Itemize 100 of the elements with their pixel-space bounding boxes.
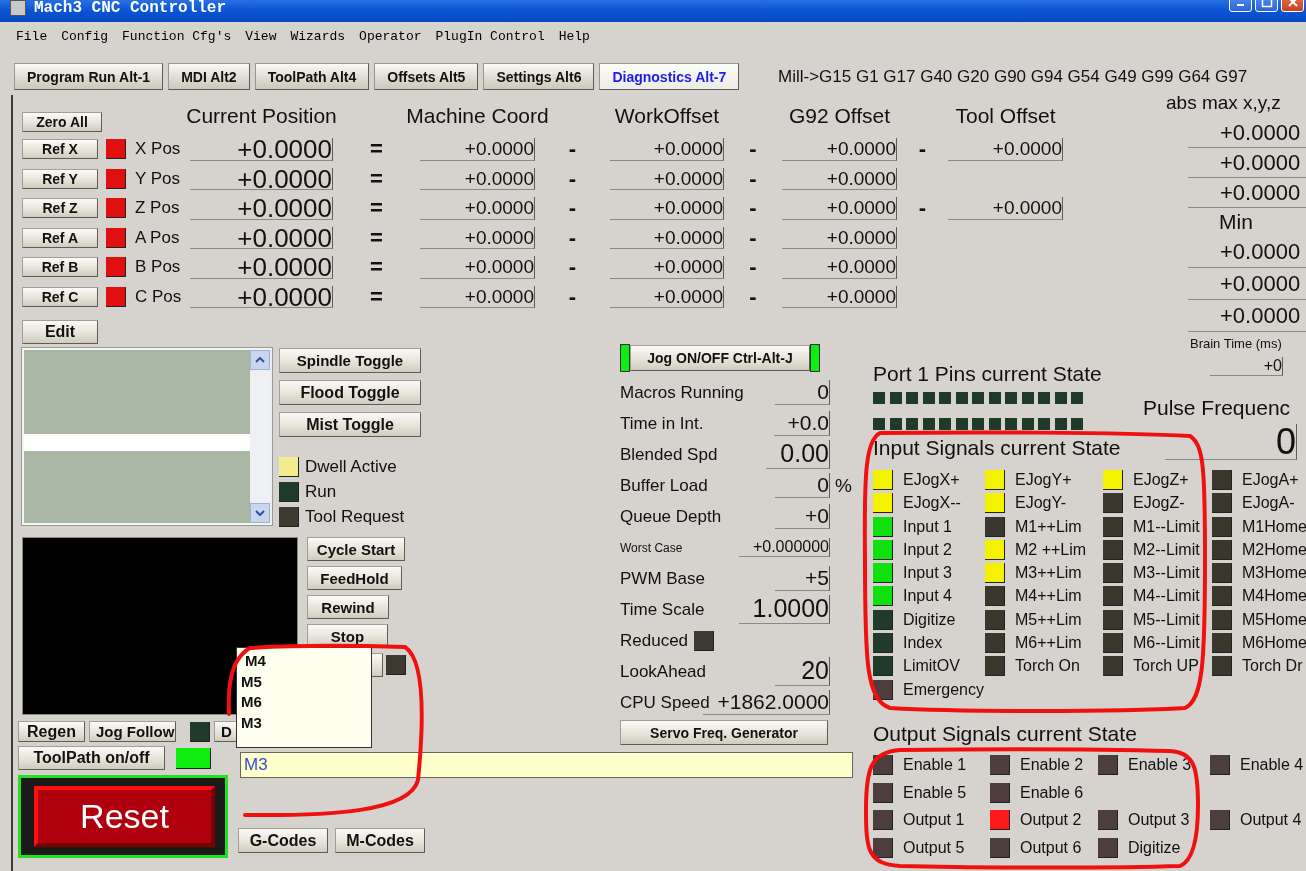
toggle-button[interactable]: Spindle Toggle (279, 348, 421, 373)
pulse-frequency-readout: 0 (1165, 424, 1297, 460)
autocomplete-item[interactable]: M3 (241, 712, 367, 733)
position-readout: +0.0000 (190, 167, 333, 190)
menu-item[interactable]: Config (61, 29, 109, 44)
minus-sign: - (749, 224, 757, 251)
signal-label: Input 3 (903, 564, 952, 583)
work-offset-readout: +0.0000 (610, 256, 724, 279)
control-button[interactable]: FeedHold (307, 566, 402, 590)
toolpath-toggle-button[interactable]: ToolPath on/off (18, 746, 165, 770)
menu-item[interactable]: File (16, 29, 48, 44)
ref-button[interactable]: Ref Y (22, 168, 98, 189)
autocomplete-item[interactable]: M6 (241, 692, 367, 713)
g92-readout: +0.0000 (782, 197, 897, 220)
ref-button[interactable]: Ref C (22, 286, 98, 307)
menu-item[interactable]: PlugIn Control (435, 29, 545, 44)
scroll-up-icon[interactable] (250, 350, 270, 370)
ref-button[interactable]: Ref B (22, 257, 98, 278)
menu-item[interactable]: Operator (359, 29, 422, 44)
toggle-button[interactable]: Flood Toggle (279, 380, 421, 405)
gcode-list[interactable] (22, 348, 272, 525)
ref-button[interactable]: Ref A (22, 227, 98, 248)
g92-readout: +0.0000 (782, 285, 897, 308)
codes-button[interactable]: M-Codes (335, 828, 425, 853)
signal-label: EJogX-- (903, 494, 961, 513)
reset-button[interactable]: Reset (34, 786, 215, 847)
readout-value: 20 (775, 657, 830, 686)
jog-toggle-button[interactable]: Jog ON/OFF Ctrl-Alt-J (630, 345, 810, 371)
toggle-button[interactable]: Mist Toggle (279, 412, 421, 437)
mdi-input-field[interactable]: M3 (240, 752, 853, 778)
column-header: Current Position (186, 103, 337, 128)
minus-sign: - (749, 165, 757, 192)
machine-readout: +0.0000 (420, 256, 535, 279)
column-header: G92 Offset (788, 103, 891, 128)
min-label: Min (1219, 209, 1253, 235)
readout-value: 1.0000 (738, 595, 830, 624)
menu-item[interactable]: Help (558, 29, 590, 44)
readout-label: Buffer Load (620, 475, 709, 496)
section-title: Port 1 Pins current State (873, 362, 1102, 385)
maximize-icon (1260, 0, 1273, 8)
autocomplete-item[interactable]: M5 (241, 671, 367, 692)
minus-sign: - (749, 283, 757, 310)
signal-label: Enable 6 (1020, 783, 1084, 802)
g92-readout: +0.0000 (782, 226, 897, 249)
position-readout: +0.0000 (190, 285, 333, 308)
menu-item[interactable]: Wizards (290, 29, 346, 44)
unit-label: % (835, 474, 852, 497)
menu-item[interactable]: Function Cfg's (122, 29, 232, 44)
axis-label: C Pos (135, 286, 183, 307)
tab[interactable]: Program Run Alt-1 (14, 63, 164, 90)
minus-sign: - (568, 195, 577, 222)
machine-readout: +0.0000 (420, 138, 535, 161)
max-readout: +0.0000 (1188, 148, 1306, 178)
tab[interactable]: Diagnostics Alt-7 (599, 63, 740, 90)
machine-readout: +0.0000 (420, 285, 535, 308)
tab[interactable]: ToolPath Alt4 (254, 63, 370, 90)
signal-label: M4--Limit (1133, 587, 1200, 606)
equals-sign: = (370, 136, 383, 163)
tab[interactable]: Settings Alt6 (483, 63, 595, 90)
min-readout: +0.0000 (1188, 268, 1306, 300)
edit-button[interactable]: Edit (22, 320, 98, 344)
readout-label: Reduced (620, 630, 689, 651)
ref-button[interactable]: Ref X (22, 139, 98, 160)
modal-codes-text: Mill->G15 G1 G17 G40 G20 G90 G94 G54 G49 G99 G64 G97 (778, 67, 1248, 86)
signal-label: Output 6 (1020, 838, 1082, 857)
readout-label: PWM Base (620, 568, 707, 589)
menu-item[interactable]: View (245, 29, 277, 44)
minus-sign: - (568, 224, 577, 251)
tab[interactable]: MDI Alt2 (168, 63, 250, 90)
zero-all-button[interactable]: Zero All (22, 112, 102, 132)
regen-button[interactable]: Regen (18, 721, 85, 742)
signal-label: M4++Lim (1015, 587, 1082, 606)
axis-label: B Pos (135, 257, 182, 278)
autocomplete-item[interactable]: M4 (241, 651, 367, 672)
min-readout: +0.0000 (1188, 300, 1306, 332)
servo-freq-button[interactable]: Servo Freq. Generator (620, 720, 828, 745)
signal-label: M2--Limit (1133, 540, 1200, 559)
equals-sign: = (370, 254, 383, 281)
ref-button[interactable]: Ref Z (22, 198, 98, 219)
control-button[interactable]: Cycle Start (307, 537, 405, 561)
tab[interactable]: Offsets Alt5 (374, 63, 479, 90)
codes-button[interactable]: G-Codes (238, 828, 328, 853)
signal-label: Enable 4 (1240, 756, 1304, 774)
status-label: Tool Request (305, 507, 405, 527)
status-label: Dwell Active (305, 457, 397, 477)
column-header: Tool Offset (955, 103, 1056, 128)
scrollbar[interactable] (250, 350, 270, 523)
column-header: WorkOffset (614, 103, 720, 128)
jog-follow-button[interactable]: Jog Follow (89, 721, 176, 742)
signal-label: M5--Limit (1133, 610, 1200, 629)
readout-value: 0 (775, 380, 830, 405)
scroll-down-icon[interactable] (250, 503, 270, 523)
signal-label: Torch Dr (1242, 657, 1303, 676)
g92-readout: +0.0000 (782, 167, 897, 190)
equals-sign: = (370, 283, 383, 310)
readout-value: +0.000000 (738, 538, 830, 557)
axis-label: X Pos (135, 139, 182, 160)
readout-label: Blended Spd (620, 444, 719, 465)
section-title: Output Signals current State (873, 722, 1137, 745)
control-button[interactable]: Rewind (307, 595, 389, 619)
